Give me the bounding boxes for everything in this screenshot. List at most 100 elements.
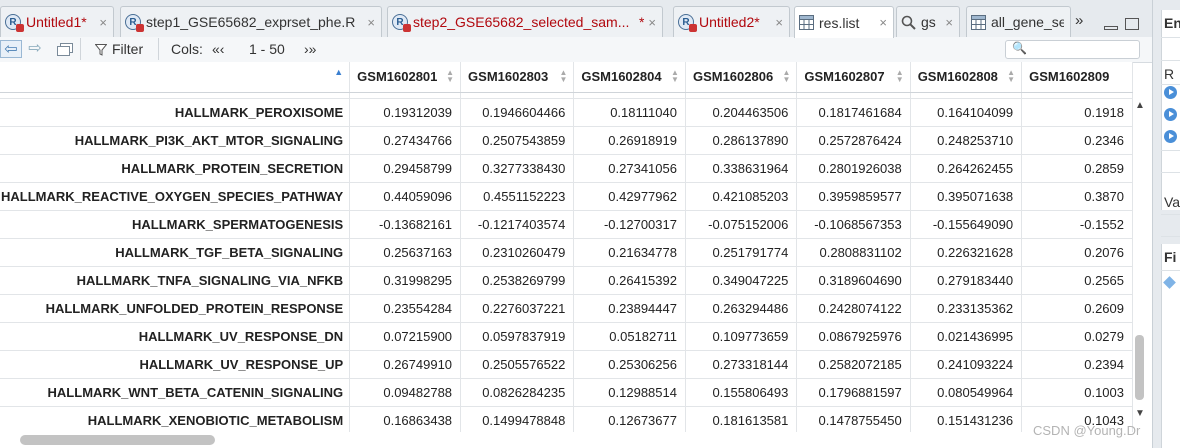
- tab-step2-script[interactable]: R step2_GSE65682_selected_sam... * ×: [387, 6, 663, 37]
- table-cell: 0.164104099: [910, 98, 1023, 127]
- table-row: HALLMARK_SPERMATOGENESIS -0.13682161 -0.12…: [0, 210, 1133, 239]
- cols-prev-button[interactable]: «‹: [212, 41, 224, 57]
- table-row: HALLMARK_XENOBIOTIC_METABOLISM 0.16863438…: [0, 406, 1133, 432]
- table-cell: 0.1946604466: [460, 98, 575, 127]
- minimize-pane-icon[interactable]: [1104, 26, 1118, 30]
- table-row: HALLMARK_UNFOLDED_PROTEIN_RESPONSE 0.2355…: [0, 294, 1133, 323]
- table-cell: 0.1918: [1021, 98, 1133, 127]
- table-cell: 0.26415392: [573, 266, 686, 295]
- table-cell: 0.226321628: [910, 238, 1023, 267]
- table-cell: 0.286137890: [685, 126, 798, 155]
- files-panel: [1161, 244, 1180, 448]
- table-cell: 0.241093224: [910, 350, 1023, 379]
- column-header[interactable]: GSM1602808 ▲ ▼: [910, 62, 1023, 93]
- row-name-cell: HALLMARK_WNT_BETA_CATENIN_SIGNALING: [0, 378, 351, 407]
- table-cell: 0.3277338430: [460, 154, 575, 183]
- table-cell: 0.1478755450: [796, 406, 911, 432]
- search-icon: [901, 15, 916, 30]
- tab-overflow-button[interactable]: »: [1075, 12, 1083, 29]
- filter-icon: [95, 44, 107, 56]
- back-arrow-icon[interactable]: ⇦: [0, 40, 22, 58]
- table-cell: 0.0279: [1021, 322, 1133, 351]
- column-header[interactable]: GSM1602806 ▲ ▼: [685, 62, 798, 93]
- table-cell: 0.233135362: [910, 294, 1023, 323]
- table-body: HALLMARK_PEROXISOME 0.19312039 0.194660446…: [0, 92, 1133, 432]
- data-grid-icon: [799, 15, 814, 30]
- tab-untitled2[interactable]: R Untitled2* ×: [673, 6, 790, 37]
- expand-arrow-icon[interactable]: [1164, 86, 1177, 99]
- r-script-icon: R: [5, 14, 24, 32]
- search-input[interactable]: 🔍: [1005, 40, 1140, 59]
- table-cell: 0.0597837919: [460, 322, 575, 351]
- watermark: CSDN @Young.Dr: [1033, 423, 1141, 438]
- popout-window-icon[interactable]: [57, 43, 73, 56]
- search-icon: 🔍: [1012, 41, 1027, 55]
- data-viewer-toolbar: ⇦ ⇨ Filter Cols: «‹ 1 - 50 ›» 🔍: [0, 37, 1152, 63]
- sort-icon[interactable]: ▲ ▼: [782, 69, 790, 84]
- column-header[interactable]: GSM1602803 ▲ ▼: [460, 62, 575, 93]
- row-name-cell: HALLMARK_UV_RESPONSE_UP: [0, 350, 351, 379]
- expand-arrow-icon[interactable]: [1164, 130, 1177, 143]
- sort-ascending-icon[interactable]: ▲: [334, 67, 343, 77]
- scroll-up-arrow-icon[interactable]: ▲: [1135, 100, 1145, 111]
- table-cell: 0.349047225: [685, 266, 798, 295]
- close-icon[interactable]: ×: [648, 15, 656, 30]
- sort-icon[interactable]: ▲ ▼: [671, 69, 679, 84]
- horizontal-scroll-thumb[interactable]: [20, 435, 215, 445]
- vertical-scrollbar[interactable]: ▲ ▼: [1133, 92, 1147, 432]
- table-row: HALLMARK_TGF_BETA_SIGNALING 0.25637163 0.2…: [0, 238, 1133, 267]
- close-icon[interactable]: ×: [367, 15, 375, 30]
- column-header[interactable]: GSM1602801 ▲ ▼: [349, 62, 462, 93]
- environment-pane: En R Va Fi: [1152, 0, 1180, 448]
- table-cell: 0.3189604690: [796, 266, 911, 295]
- table-cell: 0.23894447: [573, 294, 686, 323]
- close-icon[interactable]: ×: [879, 15, 887, 30]
- table-cell: -0.155649090: [910, 210, 1023, 239]
- expand-arrow-icon[interactable]: [1164, 108, 1177, 121]
- row-name-cell: HALLMARK_TGF_BETA_SIGNALING: [0, 238, 351, 267]
- table-row: HALLMARK_UV_RESPONSE_UP 0.26749910 0.25055…: [0, 350, 1133, 379]
- table-cell: 0.1003: [1021, 378, 1133, 407]
- table-cell: 0.109773659: [685, 322, 798, 351]
- column-header[interactable]: GSM1602807 ▲ ▼: [796, 62, 911, 93]
- sort-icon[interactable]: ▲ ▼: [446, 69, 454, 84]
- sort-icon[interactable]: ▲ ▼: [559, 69, 567, 84]
- close-icon[interactable]: ×: [99, 15, 107, 30]
- cols-next-button[interactable]: ›»: [304, 41, 316, 57]
- tab-all-gene-set[interactable]: all_gene_set: [966, 6, 1071, 37]
- maximize-pane-icon[interactable]: [1125, 18, 1139, 30]
- table-cell: 0.263294486: [685, 294, 798, 323]
- horizontal-scrollbar[interactable]: [0, 432, 1147, 448]
- tab-res-list[interactable]: res.list ×: [794, 6, 894, 38]
- table-cell: 0.0867925976: [796, 322, 911, 351]
- table-row: HALLMARK_PROTEIN_SECRETION 0.29458799 0.32…: [0, 154, 1133, 183]
- filter-button[interactable]: Filter: [112, 41, 143, 57]
- table-cell: 0.31998295: [349, 266, 462, 295]
- table-cell: 0.2538269799: [460, 266, 575, 295]
- sort-icon[interactable]: ▲ ▼: [1007, 69, 1015, 84]
- column-header[interactable]: GSM1602804 ▲ ▼: [573, 62, 686, 93]
- row-name-cell: HALLMARK_TNFA_SIGNALING_VIA_NFKB: [0, 266, 351, 295]
- close-icon[interactable]: ×: [945, 15, 953, 30]
- table-cell: 0.2505576522: [460, 350, 575, 379]
- tab-label: Untitled2*: [699, 14, 760, 30]
- forward-arrow-icon[interactable]: ⇨: [24, 40, 46, 58]
- environment-tab-label[interactable]: En: [1164, 15, 1180, 31]
- tab-untitled1[interactable]: R Untitled1* ×: [0, 6, 114, 37]
- rowname-column-header[interactable]: ▲: [0, 62, 351, 93]
- files-tab-label[interactable]: Fi: [1164, 249, 1176, 265]
- table-row: HALLMARK_UV_RESPONSE_DN 0.07215900 0.05978…: [0, 322, 1133, 351]
- column-header[interactable]: GSM1602809: [1021, 62, 1133, 93]
- scroll-down-arrow-icon[interactable]: ▼: [1135, 408, 1145, 419]
- table-cell: 0.264262455: [910, 154, 1023, 183]
- values-section-label: Va: [1164, 194, 1180, 210]
- table-cell: 0.2310260479: [460, 238, 575, 267]
- tab-label: step1_GSE65682_exprset_phe.R: [146, 14, 356, 30]
- vertical-scroll-thumb[interactable]: [1135, 335, 1144, 400]
- tab-step1-script[interactable]: R step1_GSE65682_exprset_phe.R ×: [120, 6, 382, 37]
- close-icon[interactable]: ×: [775, 15, 783, 30]
- sort-icon[interactable]: ▲ ▼: [896, 69, 904, 84]
- cols-range: 1 - 50: [249, 41, 285, 57]
- table-row: HALLMARK_TNFA_SIGNALING_VIA_NFKB 0.319982…: [0, 266, 1133, 295]
- tab-gs[interactable]: gs ×: [896, 6, 960, 37]
